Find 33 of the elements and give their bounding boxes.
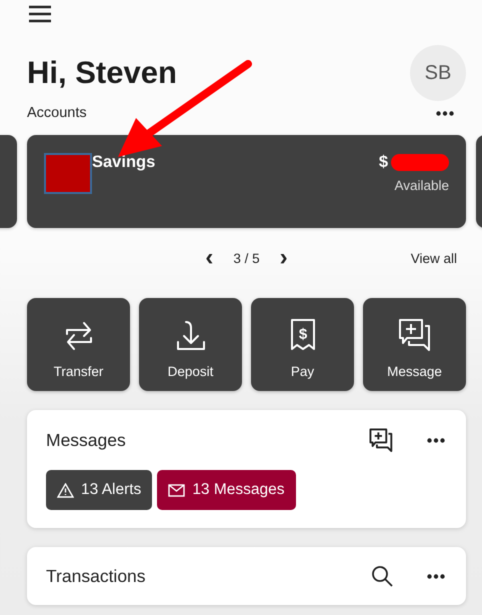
more-icon[interactable] xyxy=(427,438,445,443)
warning-icon xyxy=(57,482,74,498)
previous-button[interactable]: ‹ xyxy=(199,248,220,268)
section-title: Accounts xyxy=(27,105,87,121)
more-icon[interactable] xyxy=(436,110,454,116)
action-button[interactable]: Deposit xyxy=(139,298,242,391)
chat-plus-icon xyxy=(398,318,432,352)
redacted-logo xyxy=(44,153,92,194)
avatar[interactable]: SB xyxy=(410,45,466,101)
balance-label: Available xyxy=(394,178,449,193)
transfer-arrows-icon xyxy=(64,320,94,352)
account-name: Savings xyxy=(92,153,156,172)
action-button[interactable]: Transfer xyxy=(27,298,130,391)
download-tray-icon xyxy=(174,320,206,352)
chat-plus-icon[interactable] xyxy=(368,428,393,452)
count-badge[interactable]: 13 Messages xyxy=(157,470,296,510)
view-all-link[interactable]: View all xyxy=(410,250,457,266)
envelope-icon xyxy=(168,484,186,497)
card-title: Transactions xyxy=(46,566,146,587)
action-button[interactable]: $ Pay xyxy=(251,298,354,391)
count-badge[interactable]: 13 Alerts xyxy=(46,470,152,510)
search-icon[interactable] xyxy=(371,565,393,588)
page-indicator: 3 / 5 xyxy=(233,250,260,266)
more-icon[interactable] xyxy=(427,574,445,579)
next-button[interactable]: › xyxy=(274,248,294,268)
action-button[interactable]: Message xyxy=(363,298,466,391)
account-card[interactable]: Savings $ Available xyxy=(27,135,466,228)
menu-icon[interactable] xyxy=(29,5,51,23)
redaction-mark xyxy=(391,154,449,171)
card-title: Messages xyxy=(46,430,126,451)
greeting-heading: Hi, Steven xyxy=(27,55,177,91)
account-balance: $ xyxy=(378,153,388,172)
dollar-receipt-icon: $ xyxy=(290,318,316,352)
